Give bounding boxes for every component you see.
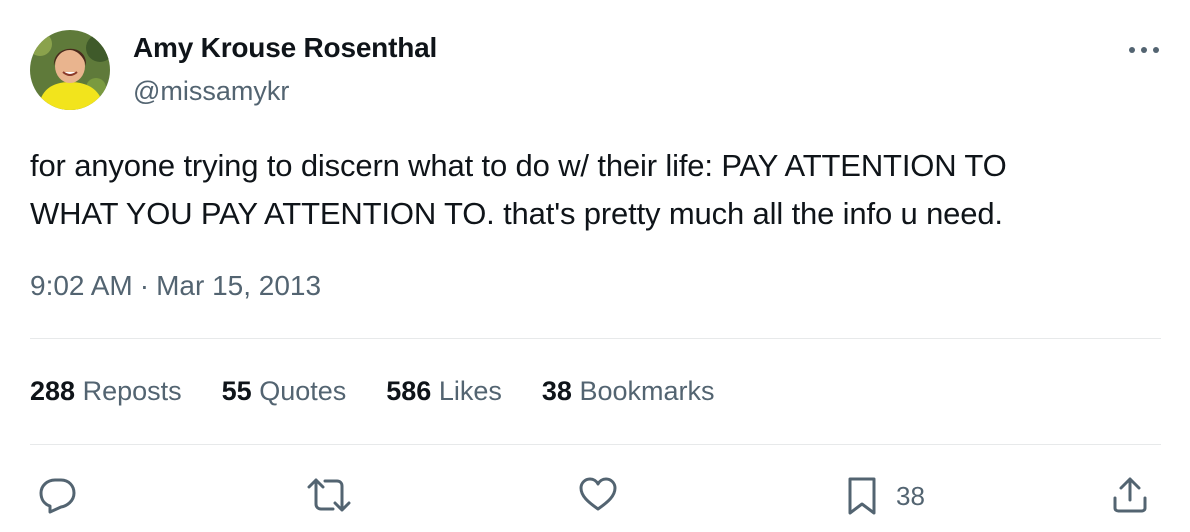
stat-count: 38 bbox=[541, 376, 572, 406]
author-name[interactable]: Amy Krouse Rosenthal bbox=[133, 32, 437, 64]
stat-bookmarks[interactable]: 38 Bookmarks bbox=[542, 376, 715, 407]
bookmark-button[interactable]: 38 bbox=[846, 476, 925, 516]
divider bbox=[30, 444, 1161, 445]
stat-label: Bookmarks bbox=[579, 376, 715, 406]
engagement-stats: 288 Reposts 55 Quotes 586 Likes 38 Bookm… bbox=[30, 376, 754, 407]
reply-icon bbox=[39, 478, 76, 514]
more-options-button[interactable] bbox=[1126, 36, 1162, 64]
stat-quotes[interactable]: 55 Quotes bbox=[222, 376, 347, 407]
tweet-text-line: for anyone trying to discern what to do … bbox=[30, 148, 1007, 183]
divider bbox=[30, 338, 1161, 339]
like-button[interactable] bbox=[578, 476, 618, 512]
stat-count: 288 bbox=[30, 376, 76, 406]
stat-reposts[interactable]: 288 Reposts bbox=[30, 376, 182, 407]
share-icon bbox=[1113, 477, 1147, 513]
like-icon bbox=[579, 477, 617, 511]
bookmark-icon bbox=[848, 477, 876, 515]
tweet-timestamp[interactable]: 9:02 AM · Mar 15, 2013 bbox=[30, 270, 321, 302]
tweet-date[interactable]: Mar 15, 2013 bbox=[156, 270, 321, 301]
stat-label: Likes bbox=[438, 376, 502, 406]
share-button[interactable] bbox=[1112, 476, 1148, 514]
meta-separator: · bbox=[139, 270, 150, 301]
reply-button[interactable] bbox=[38, 476, 78, 514]
stat-label: Reposts bbox=[82, 376, 182, 406]
tweet-time[interactable]: 9:02 AM bbox=[30, 270, 133, 301]
repost-button[interactable] bbox=[306, 476, 352, 514]
author-handle[interactable]: @missamykr bbox=[133, 76, 289, 107]
repost-icon bbox=[307, 478, 351, 512]
tweet-text: for anyone trying to discern what to do … bbox=[30, 142, 1160, 238]
stat-label: Quotes bbox=[259, 376, 347, 406]
bookmark-count: 38 bbox=[896, 480, 925, 511]
tweet-text-line: WHAT YOU PAY ATTENTION TO. that's pretty… bbox=[30, 196, 1003, 231]
stat-count: 586 bbox=[386, 376, 432, 406]
more-icon bbox=[1129, 47, 1159, 53]
stat-likes[interactable]: 586 Likes bbox=[386, 376, 502, 407]
avatar[interactable] bbox=[30, 30, 110, 110]
stat-count: 55 bbox=[221, 376, 252, 406]
